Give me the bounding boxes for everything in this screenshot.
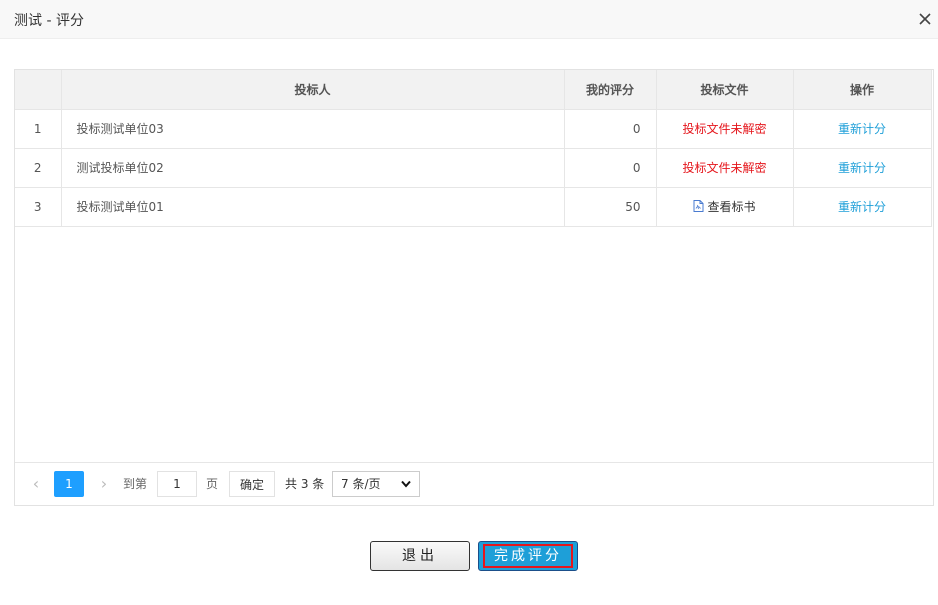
row-score: 0 (564, 109, 657, 149)
col-header-my-score[interactable]: 我的评分 (564, 70, 657, 110)
table-row[interactable]: 3 投标测试单位01 50 查看标书 重新计分 (15, 187, 932, 227)
row-index: 2 (15, 148, 62, 188)
row-bidder: 测试投标单位02 (61, 148, 565, 188)
file-not-decrypted-text: 投标文件未解密 (682, 122, 767, 136)
file-not-decrypted-text: 投标文件未解密 (682, 161, 767, 175)
goto-confirm-button[interactable]: 确定 (229, 471, 275, 497)
page-size-select[interactable]: 7 条/页 (332, 471, 420, 497)
goto-page-input[interactable] (157, 471, 197, 497)
row-bidder: 投标测试单位03 (61, 109, 565, 149)
col-header-index (15, 70, 62, 110)
row-score: 50 (564, 187, 657, 227)
dialog-title: 测试 - 评分 (14, 13, 84, 29)
table-row[interactable]: 1 投标测试单位03 0 投标文件未解密 重新计分 (15, 109, 932, 149)
bidder-table: 投标人 我的评分 投标文件 操作 1 投标测试单位03 0 投标文件未解密 重新… (15, 70, 932, 227)
exit-button[interactable]: 退出 (370, 541, 470, 571)
rescore-link[interactable]: 重新计分 (838, 200, 886, 214)
row-score: 0 (564, 148, 657, 188)
prev-page-icon[interactable]: ‹ (23, 471, 49, 497)
rescore-link[interactable]: 重新计分 (838, 161, 886, 175)
next-page-icon[interactable]: › (91, 471, 117, 497)
close-icon[interactable] (914, 8, 936, 30)
col-header-action: 操作 (793, 70, 932, 110)
total-count-label: 共 3 条 (285, 477, 325, 491)
row-action-cell: 重新计分 (793, 109, 932, 149)
row-index: 3 (15, 187, 62, 227)
col-header-bidder[interactable]: 投标人 (61, 70, 565, 110)
table-header-row: 投标人 我的评分 投标文件 操作 (15, 70, 932, 110)
row-file-cell: 投标文件未解密 (656, 109, 794, 149)
row-file-cell: 查看标书 (656, 187, 794, 227)
row-bidder: 投标测试单位01 (61, 187, 565, 227)
view-bid-file-link[interactable]: 查看标书 (693, 198, 756, 215)
pdf-file-icon (693, 200, 704, 213)
row-action-cell: 重新计分 (793, 148, 932, 188)
row-index: 1 (15, 109, 62, 149)
pagination-bar: ‹ 1 › 到第 页 确定 共 3 条 7 条/页 (15, 462, 933, 505)
table-row[interactable]: 2 测试投标单位02 0 投标文件未解密 重新计分 (15, 148, 932, 188)
view-bid-file-label: 查看标书 (707, 199, 756, 214)
chevron-down-icon (401, 480, 411, 488)
page-size-value: 7 条/页 (341, 477, 381, 491)
finish-scoring-label: 完成评分 (483, 544, 573, 568)
page-number-current[interactable]: 1 (54, 471, 84, 497)
rescore-link[interactable]: 重新计分 (838, 122, 886, 136)
dialog-titlebar: 测试 - 评分 (0, 0, 938, 39)
row-file-cell: 投标文件未解密 (656, 148, 794, 188)
score-grid: 投标人 我的评分 投标文件 操作 1 投标测试单位03 0 投标文件未解密 重新… (14, 69, 934, 506)
goto-label: 到第 (123, 477, 148, 491)
row-action-cell: 重新计分 (793, 187, 932, 227)
col-header-bid-file[interactable]: 投标文件 (656, 70, 794, 110)
finish-scoring-button[interactable]: 完成评分 (478, 541, 578, 571)
page-unit-label: 页 (206, 477, 219, 491)
